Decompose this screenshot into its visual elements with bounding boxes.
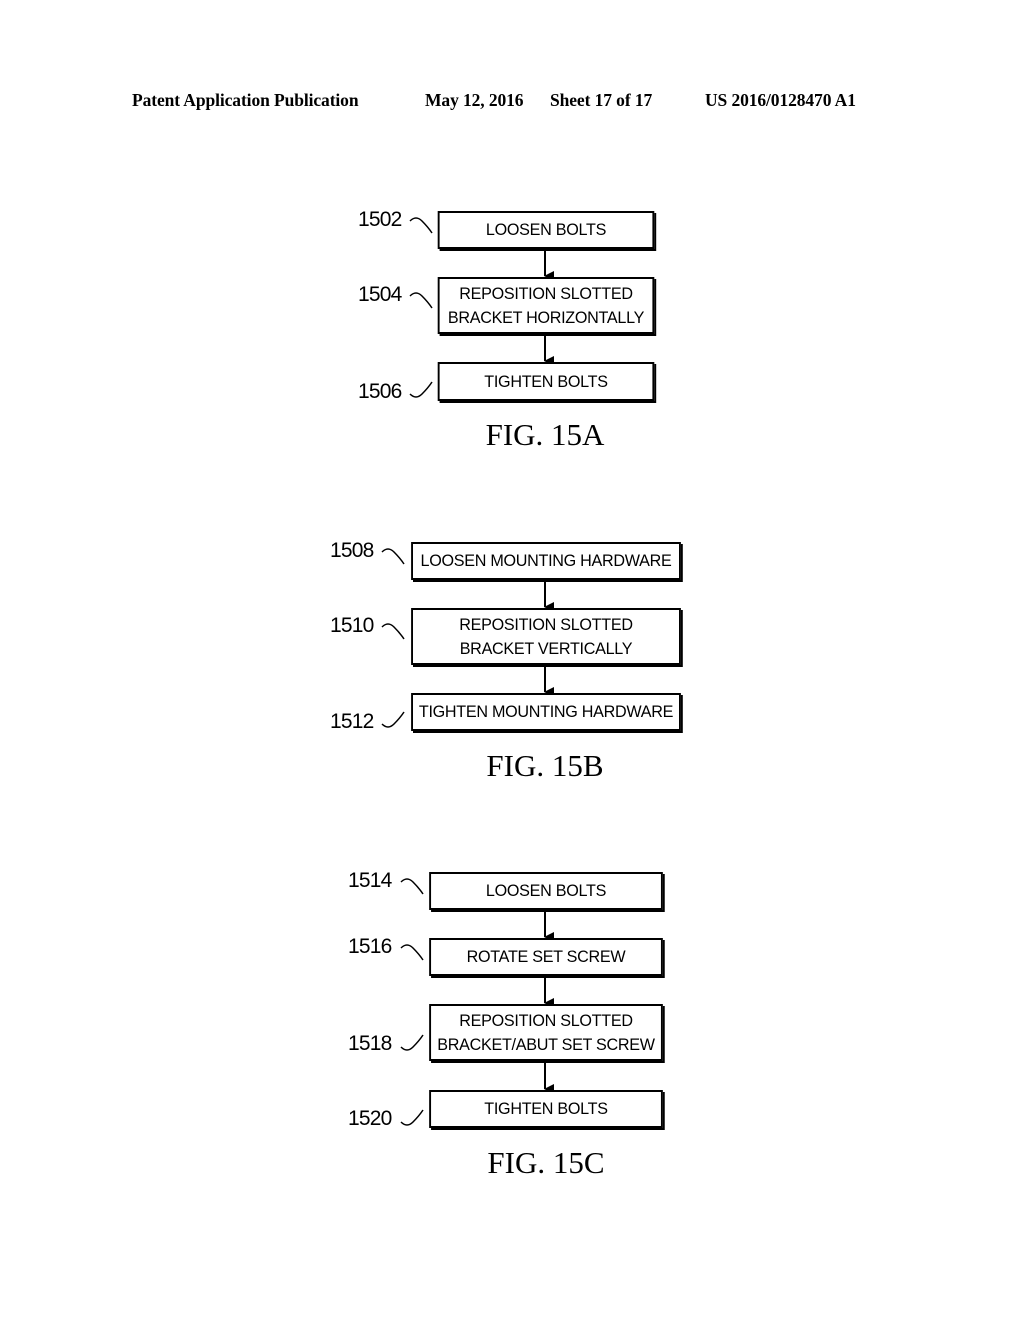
step-box-reposition-abut: REPOSITION SLOTTED BRACKET/ABUT SET SCRE… <box>429 1004 663 1061</box>
leader-1502 <box>409 217 433 234</box>
step-ref: 1502 <box>358 208 402 231</box>
leader-1506 <box>409 381 433 398</box>
step-box-loosen-hardware: LOOSEN MOUNTING HARDWARE <box>411 542 681 580</box>
step-text: ROTATE SET SCREW <box>466 947 626 966</box>
figure-label: FIG. 15C <box>487 1145 605 1180</box>
step-box-tighten-bolts: TIGHTEN BOLTS <box>437 362 655 401</box>
step-box-loosen-bolts: LOOSEN BOLTS <box>429 872 663 910</box>
step-text: LOOSEN BOLTS <box>485 220 607 239</box>
step-box-rotate-set-screw: ROTATE SET SCREW <box>429 938 663 976</box>
leader-1510 <box>381 623 405 640</box>
step-ref: 1518 <box>348 1032 392 1055</box>
step-text: LOOSEN BOLTS <box>485 881 607 900</box>
step-box-tighten-hardware: TIGHTEN MOUNTING HARDWARE <box>411 693 681 731</box>
step-text: TIGHTEN BOLTS <box>484 1099 608 1118</box>
step-ref: 1508 <box>330 539 374 562</box>
step-box-tighten-bolts: TIGHTEN BOLTS <box>429 1090 663 1128</box>
step-text: REPOSITION SLOTTED BRACKET/ABUT SET SCRE… <box>437 1010 655 1054</box>
step-ref: 1520 <box>348 1107 392 1130</box>
leader-1520 <box>400 1109 424 1126</box>
step-ref: 1512 <box>330 710 374 733</box>
step-ref: 1514 <box>348 869 392 892</box>
step-text: TIGHTEN MOUNTING HARDWARE <box>418 702 674 721</box>
leader-1512 <box>381 711 405 728</box>
step-ref: 1506 <box>358 380 402 403</box>
step-box-reposition-vertical: REPOSITION SLOTTED BRACKET VERTICALLY <box>411 608 681 665</box>
leader-1504 <box>409 292 433 309</box>
leader-1514 <box>400 878 424 895</box>
step-ref: 1516 <box>348 935 392 958</box>
step-text: REPOSITION SLOTTED BRACKET HORIZONTALLY <box>447 283 645 327</box>
figure-label: FIG. 15B <box>486 748 604 783</box>
figure-label: FIG. 15A <box>485 417 605 452</box>
leader-1518 <box>400 1034 424 1051</box>
leader-1516 <box>400 944 424 961</box>
step-box-reposition-horizontal: REPOSITION SLOTTED BRACKET HORIZONTALLY <box>437 277 655 334</box>
step-box-loosen-bolts: LOOSEN BOLTS <box>437 211 655 249</box>
leader-1508 <box>381 548 405 565</box>
step-text: REPOSITION SLOTTED BRACKET VERTICALLY <box>459 614 633 658</box>
step-text: LOOSEN MOUNTING HARDWARE <box>420 551 672 570</box>
step-ref: 1504 <box>358 283 402 306</box>
step-text: TIGHTEN BOLTS <box>484 371 608 391</box>
step-ref: 1510 <box>330 614 374 637</box>
